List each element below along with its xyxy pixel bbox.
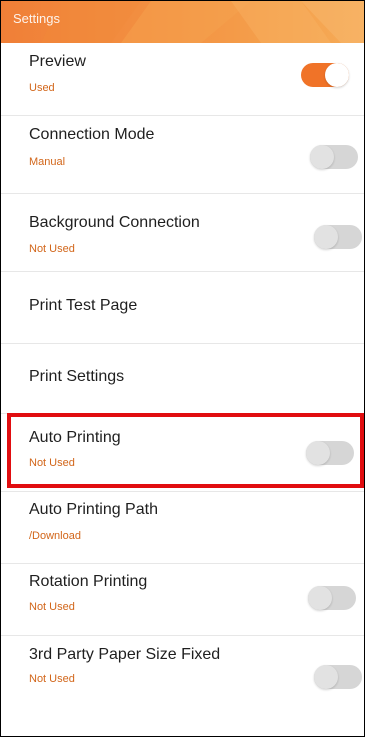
setting-title: Print Test Page [29, 297, 138, 314]
setting-subtitle: Used [29, 82, 55, 94]
setting-title: Auto Printing [29, 429, 121, 446]
setting-row-connection-mode[interactable]: Connection Mode Manual [1, 116, 364, 194]
toggle-thumb [314, 665, 338, 689]
toggle-thumb [308, 586, 332, 610]
toggle-thumb [306, 441, 330, 465]
setting-title: Auto Printing Path [29, 501, 158, 518]
preview-toggle[interactable] [301, 63, 349, 87]
settings-screen: Settings Preview Used Connection Mode Ma… [0, 0, 365, 737]
setting-row-print-test-page[interactable]: Print Test Page [1, 272, 364, 344]
header-title: Settings [13, 11, 60, 26]
setting-subtitle: Not Used [29, 673, 75, 685]
toggle-thumb [310, 145, 334, 169]
setting-row-rotation-printing[interactable]: Rotation Printing Not Used [1, 564, 364, 636]
rotation-printing-toggle[interactable] [308, 586, 356, 610]
setting-subtitle: Not Used [29, 243, 75, 255]
connection-mode-toggle[interactable] [310, 145, 358, 169]
toggle-thumb [314, 225, 338, 249]
toggle-thumb [325, 63, 349, 87]
setting-title: Background Connection [29, 214, 200, 231]
3rd-party-paper-size-toggle[interactable] [314, 665, 362, 689]
setting-row-3rd-party-paper-size[interactable]: 3rd Party Paper Size Fixed Not Used [1, 636, 364, 736]
setting-title: Print Settings [29, 368, 125, 385]
setting-subtitle: Not Used [29, 601, 75, 613]
setting-row-auto-printing[interactable]: Auto Printing Not Used [1, 414, 364, 492]
setting-title: Preview [29, 53, 86, 70]
setting-row-background-connection[interactable]: Background Connection Not Used [1, 194, 364, 272]
setting-row-auto-printing-path[interactable]: Auto Printing Path /Download [1, 492, 364, 564]
background-connection-toggle[interactable] [314, 225, 362, 249]
setting-subtitle: /Download [29, 530, 81, 542]
setting-title: Connection Mode [29, 126, 155, 143]
setting-row-preview[interactable]: Preview Used [1, 43, 364, 116]
setting-subtitle: Manual [29, 156, 66, 168]
auto-printing-toggle[interactable] [306, 441, 354, 465]
setting-row-print-settings[interactable]: Print Settings [1, 344, 364, 414]
setting-subtitle: Not Used [29, 457, 75, 469]
setting-title: 3rd Party Paper Size Fixed [29, 646, 221, 663]
setting-title: Rotation Printing [29, 573, 148, 590]
app-header: Settings [1, 1, 364, 43]
